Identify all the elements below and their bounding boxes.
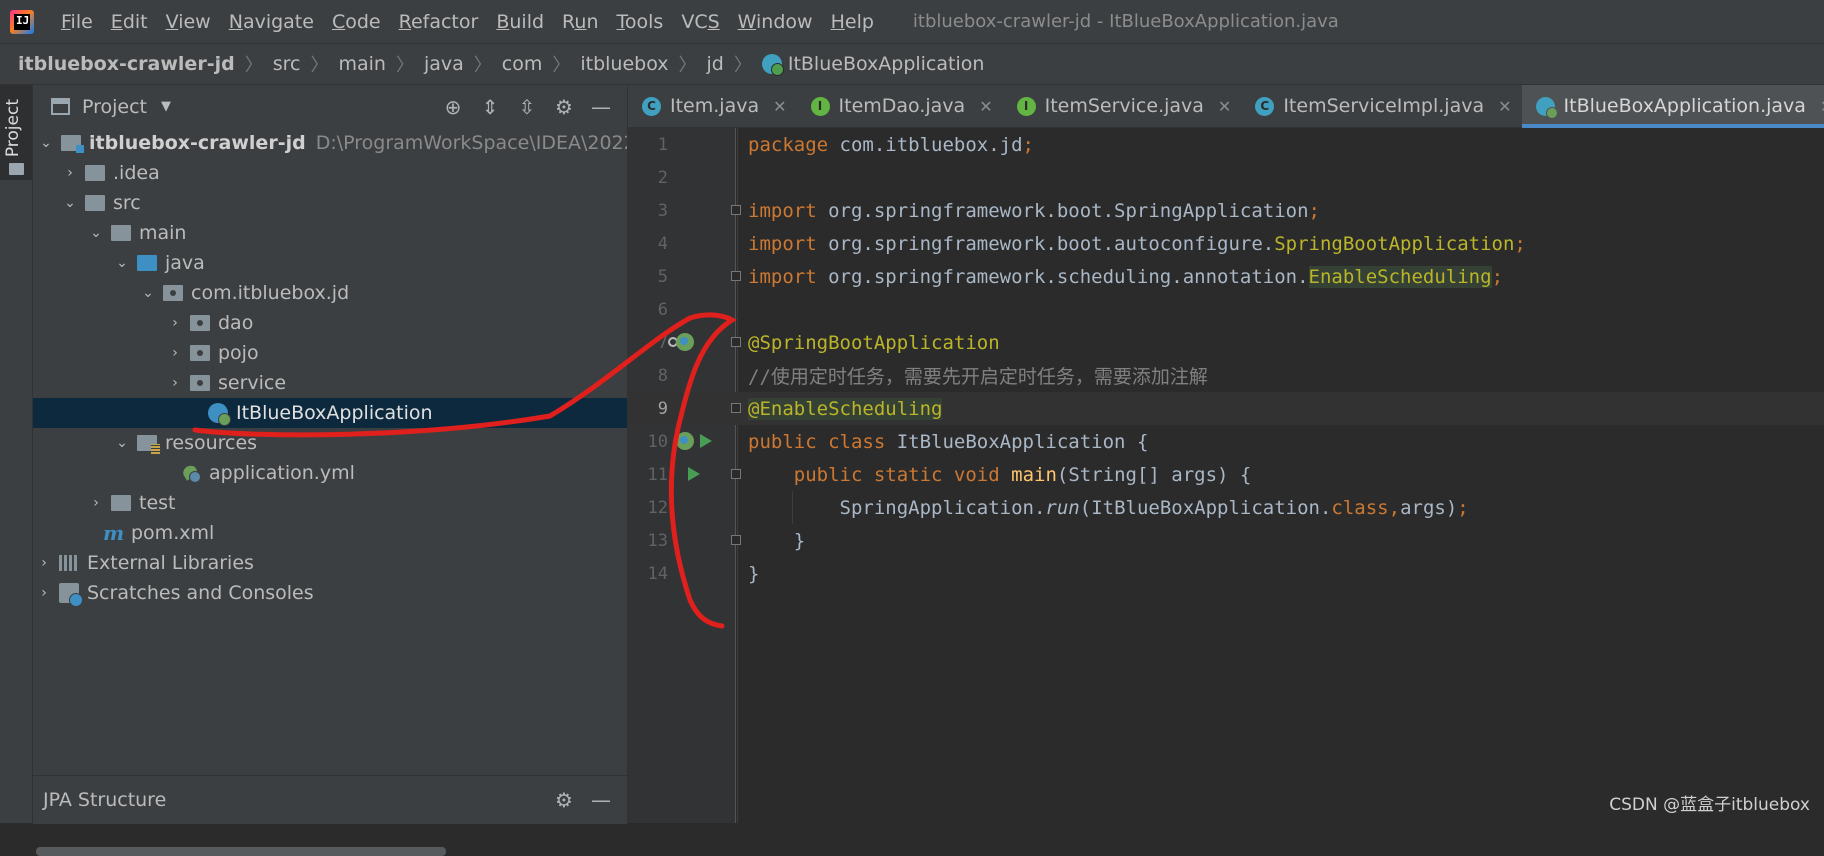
horizontal-scrollbar[interactable] (36, 847, 446, 856)
watermark: CSDN @蓝盒子itbluebox (1609, 795, 1810, 815)
red-annotation-stroke (192, 312, 737, 629)
handdrawn-arrow-annotation (192, 312, 737, 629)
